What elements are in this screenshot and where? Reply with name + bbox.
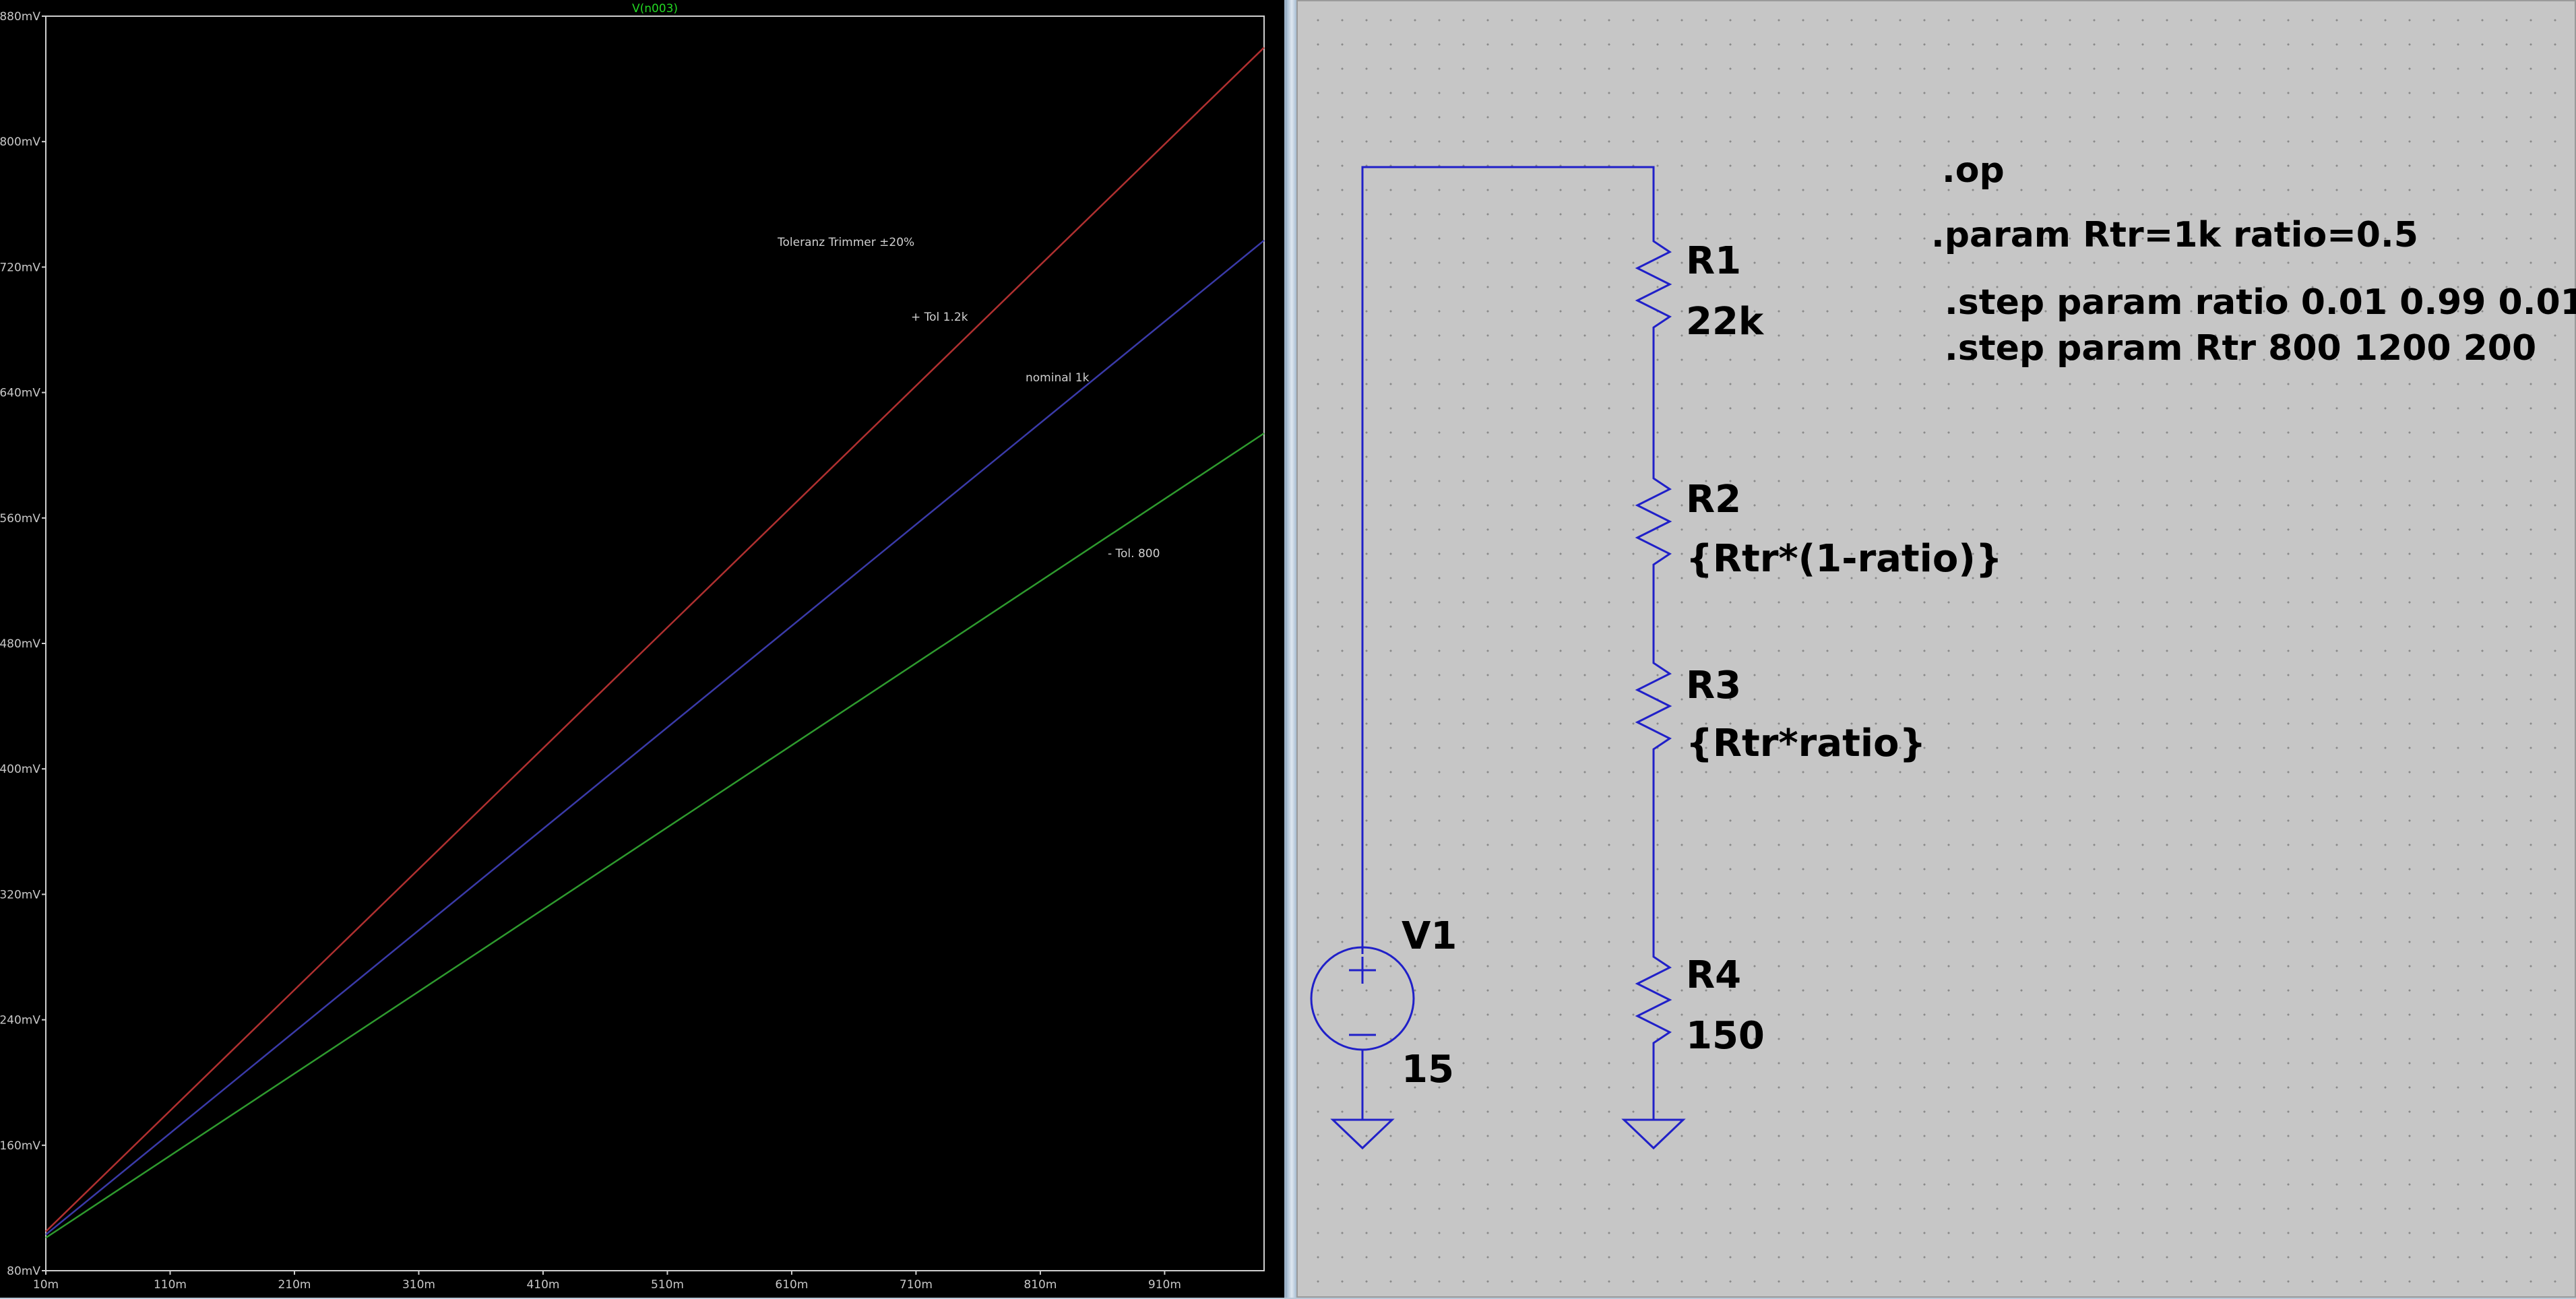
annotation-tolerance[interactable]: Toleranz Trimmer ±20%	[777, 236, 914, 249]
wire-top[interactable]	[1361, 166, 1655, 954]
ground-symbol-r4[interactable]	[1621, 1118, 1686, 1150]
x-tick-label: 410m	[526, 1278, 559, 1292]
y-tick-label: 720mV	[0, 261, 40, 274]
resistor-r1-symbol[interactable]	[1635, 233, 1672, 336]
v1-name[interactable]: V1	[1402, 914, 1457, 958]
y-tick-label: 400mV	[0, 763, 40, 776]
ground-symbol-v1[interactable]	[1330, 1118, 1395, 1150]
plot-frame	[45, 15, 1265, 1271]
directive-op[interactable]: .op	[1942, 150, 2005, 191]
x-tick-label: 610m	[775, 1278, 808, 1292]
r2-value[interactable]: {Rtr*(1-ratio)}	[1686, 537, 2003, 581]
r4-name[interactable]: R4	[1686, 953, 1741, 997]
r3-value[interactable]: {Rtr*ratio}	[1686, 722, 1926, 765]
x-tick-label: 510m	[651, 1278, 684, 1292]
y-tick-label: 160mV	[0, 1139, 40, 1153]
schematic-editor[interactable]: R1 22k R2 {Rtr*(1-ratio)} R3 {Rtr*ratio}…	[1296, 0, 2576, 1298]
waveform-plot[interactable]: V(n003) 80mV 160mV 240mV 320mV 400mV 480mV 560…	[0, 0, 1284, 1298]
waveform-viewer[interactable]: V(n003) 80mV 160mV 240mV 320mV 400mV 480mV 560…	[0, 0, 1287, 1298]
directive-step-ratio[interactable]: .step param ratio 0.01 0.99 0.01	[1945, 282, 2576, 323]
traces	[45, 46, 1265, 1239]
y-tick-label: 800mV	[0, 135, 40, 149]
x-tick-label: 10m	[33, 1278, 59, 1292]
directive-param[interactable]: .param Rtr=1k ratio=0.5	[1931, 215, 2418, 255]
window-splitter[interactable]	[1287, 0, 1296, 1298]
x-tick-label: 710m	[900, 1278, 933, 1292]
y-tick-label: 80mV	[7, 1265, 40, 1278]
resistor-r4-symbol[interactable]	[1635, 949, 1672, 1120]
annotation-nominal[interactable]: nominal 1k	[1026, 371, 1090, 385]
y-tick-label: 880mV	[0, 10, 40, 24]
trace-title[interactable]: V(n003)	[632, 2, 678, 15]
annotation-minus-tol[interactable]: - Tol. 800	[1108, 547, 1160, 561]
r1-name[interactable]: R1	[1686, 239, 1741, 283]
y-axis-ticks: 80mV 160mV 240mV 320mV 400mV 480mV 560mV 640mV 7…	[0, 10, 46, 1278]
resistor-r3-symbol[interactable]	[1635, 655, 1672, 759]
trace-line-2[interactable]	[45, 433, 1265, 1239]
x-tick-label: 310m	[402, 1278, 435, 1292]
x-tick-label: 910m	[1148, 1278, 1181, 1292]
r2-name[interactable]: R2	[1686, 478, 1741, 521]
directive-step-rtr[interactable]: .step param Rtr 800 1200 200	[1945, 328, 2536, 369]
y-tick-label: 320mV	[0, 888, 40, 901]
y-tick-label: 240mV	[0, 1014, 40, 1027]
x-tick-label: 210m	[278, 1278, 311, 1292]
annotation-plus-tol[interactable]: + Tol 1.2k	[911, 311, 968, 324]
y-tick-label: 560mV	[0, 512, 40, 526]
x-axis-ticks: 10m 110m 210m 310m 410m 510m 610m 710m 810m 910m	[33, 1271, 1181, 1292]
x-tick-label: 110m	[154, 1278, 187, 1292]
y-tick-label: 480mV	[0, 637, 40, 651]
trace-line-0[interactable]	[45, 46, 1265, 1232]
r4-value[interactable]: 150	[1686, 1014, 1765, 1058]
schematic-canvas[interactable]: R1 22k R2 {Rtr*(1-ratio)} R3 {Rtr*ratio}…	[1298, 1, 2576, 1299]
trace-line-1[interactable]	[45, 239, 1265, 1236]
resistor-r2-symbol[interactable]	[1635, 470, 1672, 574]
r3-name[interactable]: R3	[1686, 664, 1741, 707]
x-tick-label: 810m	[1024, 1278, 1057, 1292]
r1-value[interactable]: 22k	[1686, 300, 1765, 344]
v1-value[interactable]: 15	[1402, 1048, 1454, 1091]
y-tick-label: 640mV	[0, 387, 40, 400]
